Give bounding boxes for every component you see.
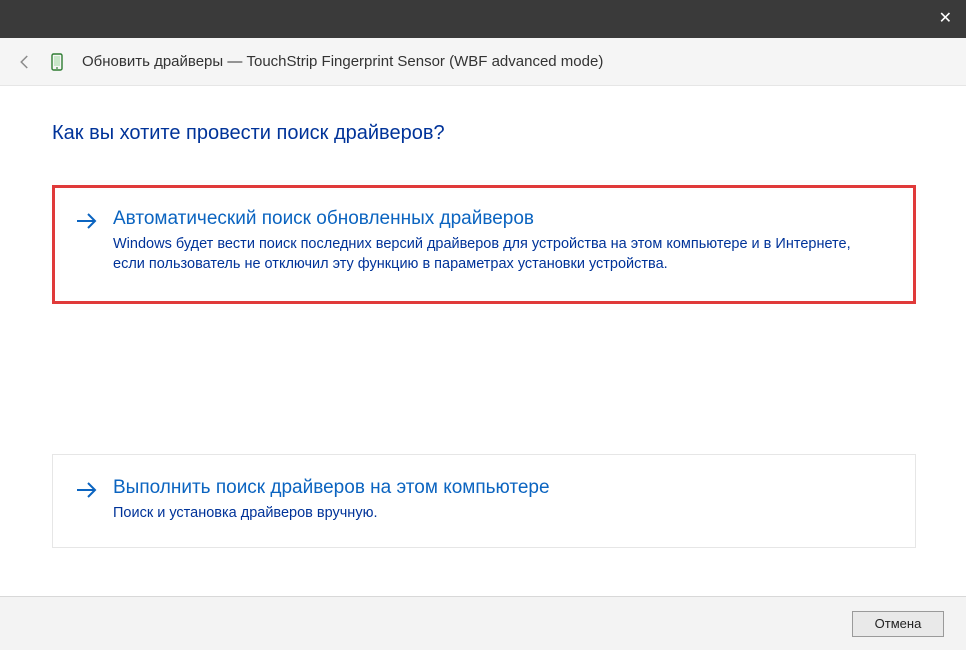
option-title: Выполнить поиск драйверов на этом компью… xyxy=(113,477,893,499)
option-body: Автоматический поиск обновленных драйвер… xyxy=(113,208,893,275)
close-icon[interactable]: ✕ xyxy=(939,11,952,27)
option-browse-computer[interactable]: Выполнить поиск драйверов на этом компью… xyxy=(52,454,916,548)
titlebar: ✕ xyxy=(0,0,966,38)
header: Обновить драйверы — TouchStrip Fingerpri… xyxy=(0,38,966,86)
option-auto-search[interactable]: Автоматический поиск обновленных драйвер… xyxy=(52,185,916,304)
option-description: Windows будет вести поиск последних верс… xyxy=(113,234,873,275)
device-icon xyxy=(50,53,64,71)
option-title: Автоматический поиск обновленных драйвер… xyxy=(113,208,893,230)
footer: Отмена xyxy=(0,596,966,650)
content-area: Как вы хотите провести поиск драйверов? … xyxy=(0,86,966,596)
back-arrow-icon[interactable] xyxy=(16,53,34,71)
arrow-right-icon xyxy=(75,210,99,237)
cancel-button[interactable]: Отмена xyxy=(852,611,944,637)
header-title: Обновить драйверы — TouchStrip Fingerpri… xyxy=(82,53,603,70)
option-body: Выполнить поиск драйверов на этом компью… xyxy=(113,477,893,523)
option-description: Поиск и установка драйверов вручную. xyxy=(113,503,873,523)
page-heading: Как вы хотите провести поиск драйверов? xyxy=(52,122,916,145)
arrow-right-icon xyxy=(75,479,99,506)
